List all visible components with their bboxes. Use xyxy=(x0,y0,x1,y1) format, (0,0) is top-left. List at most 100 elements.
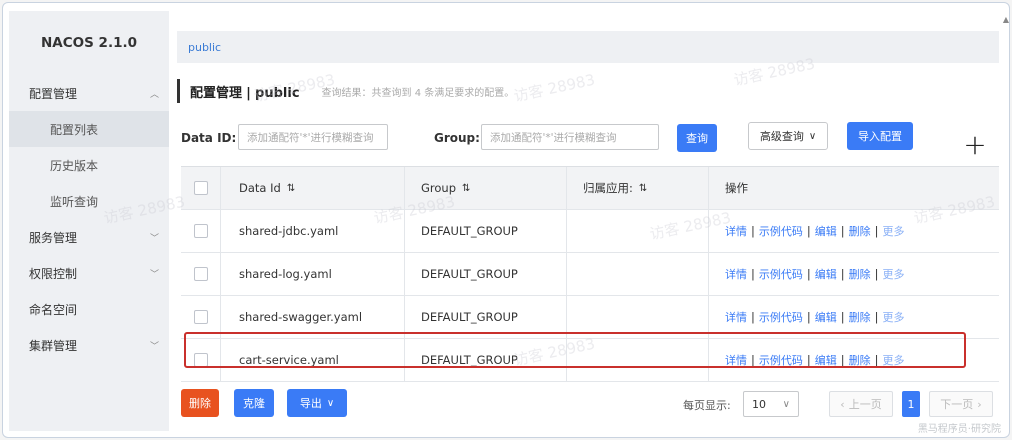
group-input[interactable]: 添加通配符'*'进行模糊查询 xyxy=(481,124,659,150)
col-header-app[interactable]: 归属应用: ⇅ xyxy=(567,167,709,209)
row-checkbox[interactable] xyxy=(193,224,208,238)
sample-code-link[interactable]: 示例代码 xyxy=(759,309,803,325)
detail-link[interactable]: 详情 xyxy=(725,309,747,325)
table-row: shared-log.yaml DEFAULT_GROUP 详情 | 示例代码 | … xyxy=(181,253,999,296)
col-header-app-label: 归属应用: xyxy=(583,181,633,195)
col-header-dataid-label: Data Id xyxy=(239,181,281,195)
chevron-right-icon: › xyxy=(977,397,982,411)
namespace-link-public[interactable]: public xyxy=(188,41,221,54)
row-checkbox[interactable] xyxy=(193,353,208,367)
edit-link[interactable]: 编辑 xyxy=(815,266,837,282)
ops-separator: | xyxy=(751,310,755,324)
row-checkbox[interactable] xyxy=(193,310,208,324)
more-link[interactable]: 更多 xyxy=(883,223,905,239)
sidebar-item-config-list[interactable]: 配置列表 xyxy=(9,111,169,147)
ops-separator: | xyxy=(806,353,811,367)
plus-icon[interactable]: + xyxy=(960,131,990,161)
row-select-cell xyxy=(181,339,221,381)
sidebar-item-listener[interactable]: 监听查询 xyxy=(9,183,169,219)
row-select-cell xyxy=(181,253,221,295)
sidebar-group-service[interactable]: 服务管理 ﹀ xyxy=(9,219,169,255)
sidebar-group-label: 配置管理 xyxy=(29,86,78,101)
ops-separator: | xyxy=(806,267,811,281)
ops-separator: | xyxy=(840,310,845,324)
chevron-down-icon: ﹀ xyxy=(149,269,159,280)
ops-separator: | xyxy=(840,353,845,367)
per-page-label: 每页显示: xyxy=(683,399,731,412)
sidebar-group-cluster[interactable]: 集群管理 ﹀ xyxy=(9,327,169,363)
sample-code-link[interactable]: 示例代码 xyxy=(759,266,803,282)
per-page-select[interactable]: 10 ∨ xyxy=(743,391,799,417)
col-header-dataid[interactable]: Data Id ⇅ xyxy=(221,167,405,209)
ops-separator: | xyxy=(751,353,755,367)
export-label: 导出 xyxy=(299,397,322,410)
app-window: NACOS 2.1.0 配置管理 ︿ 配置列表 历史版本 监听查询 服务管理 ﹀… xyxy=(2,2,1010,438)
chevron-down-icon: ∨ xyxy=(808,130,817,142)
next-page-button[interactable]: 下一页 › xyxy=(929,391,993,417)
ops-separator: | xyxy=(806,310,811,324)
cell-ops: 详情 | 示例代码 | 编辑 | 删除 | 更多 xyxy=(709,296,999,338)
sidebar-group-auth[interactable]: 权限控制 ﹀ xyxy=(9,255,169,291)
ops-separator: | xyxy=(751,224,755,238)
sidebar-item-history[interactable]: 历史版本 xyxy=(9,147,169,183)
corner-watermark: 黑马程序员·研究院 xyxy=(917,424,1001,435)
delete-link[interactable]: 删除 xyxy=(849,266,871,282)
more-link[interactable]: 更多 xyxy=(883,352,905,368)
delete-link[interactable]: 删除 xyxy=(849,309,871,325)
row-checkbox[interactable] xyxy=(193,267,208,281)
edit-link[interactable]: 编辑 xyxy=(815,309,837,325)
sidebar-group-label: 权限控制 xyxy=(29,266,78,281)
detail-link[interactable]: 详情 xyxy=(725,223,747,239)
query-button[interactable]: 查询 xyxy=(677,124,717,152)
chevron-down-icon: ∨ xyxy=(326,397,335,409)
page-title-namespace: public xyxy=(255,85,300,101)
ops-separator: | xyxy=(840,224,845,238)
cell-dataid: shared-log.yaml xyxy=(221,253,405,295)
clone-button[interactable]: 克隆 xyxy=(234,389,274,417)
next-page-label: 下一页 xyxy=(940,398,974,411)
sample-code-link[interactable]: 示例代码 xyxy=(759,223,803,239)
detail-link[interactable]: 详情 xyxy=(725,352,747,368)
col-header-group[interactable]: Group ⇅ xyxy=(405,167,567,209)
page-title: 配置管理 | public xyxy=(190,82,300,101)
scroll-up-icon[interactable]: ▲ xyxy=(1003,15,1009,24)
chevron-down-icon: ﹀ xyxy=(149,233,159,244)
batch-delete-button[interactable]: 删除 xyxy=(181,389,219,417)
prev-page-button[interactable]: ‹ 上一页 xyxy=(829,391,893,417)
col-header-group-label: Group xyxy=(421,181,457,195)
sort-icon[interactable]: ⇅ xyxy=(639,183,647,194)
select-all-checkbox[interactable] xyxy=(193,181,208,195)
page-title-separator: | xyxy=(246,85,251,101)
cell-group: DEFAULT_GROUP xyxy=(405,339,567,381)
chevron-left-icon: ‹ xyxy=(840,397,845,411)
cell-dataid: shared-swagger.yaml xyxy=(221,296,405,338)
sidebar-group-namespace[interactable]: 命名空间 xyxy=(9,291,169,327)
detail-link[interactable]: 详情 xyxy=(725,266,747,282)
delete-link[interactable]: 删除 xyxy=(849,223,871,239)
sample-code-link[interactable]: 示例代码 xyxy=(759,352,803,368)
cell-app xyxy=(567,339,709,381)
page-1-button[interactable]: 1 xyxy=(902,391,920,417)
cell-group: DEFAULT_GROUP xyxy=(405,210,567,252)
cell-ops: 详情 | 示例代码 | 编辑 | 删除 | 更多 xyxy=(709,210,999,252)
edit-link[interactable]: 编辑 xyxy=(815,352,837,368)
advanced-query-button[interactable]: 高级查询 ∨ xyxy=(748,122,828,150)
export-button[interactable]: 导出 ∨ xyxy=(287,389,347,417)
ops-separator: | xyxy=(874,353,879,367)
chevron-down-icon: ∨ xyxy=(782,398,790,410)
cell-group: DEFAULT_GROUP xyxy=(405,296,567,338)
sidebar-group-config[interactable]: 配置管理 ︿ xyxy=(9,75,169,111)
sort-icon[interactable]: ⇅ xyxy=(462,183,470,194)
row-select-cell xyxy=(181,210,221,252)
cell-group: DEFAULT_GROUP xyxy=(405,253,567,295)
sidebar-group-label: 集群管理 xyxy=(29,338,78,353)
sort-icon[interactable]: ⇅ xyxy=(287,183,295,194)
more-link[interactable]: 更多 xyxy=(883,266,905,282)
edit-link[interactable]: 编辑 xyxy=(815,223,837,239)
import-config-button[interactable]: 导入配置 xyxy=(847,122,913,150)
cell-ops: 详情 | 示例代码 | 编辑 | 删除 | 更多 xyxy=(709,339,999,381)
prev-page-label: 上一页 xyxy=(848,398,882,411)
delete-link[interactable]: 删除 xyxy=(849,352,871,368)
more-link[interactable]: 更多 xyxy=(883,309,905,325)
dataid-input[interactable]: 添加通配符'*'进行模糊查询 xyxy=(238,124,388,150)
